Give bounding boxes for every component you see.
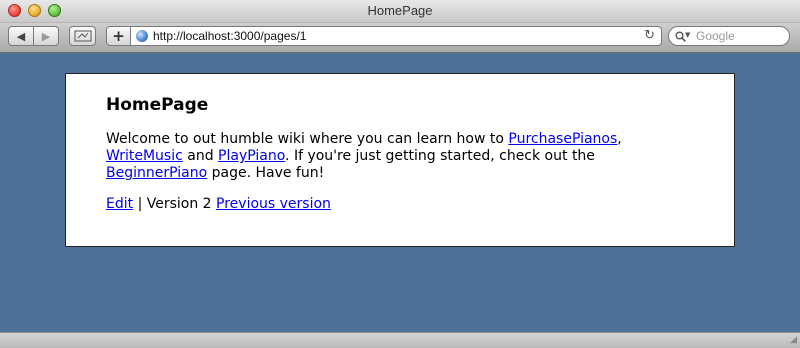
back-arrow-icon: ◀ <box>16 29 26 43</box>
plus-icon: + <box>112 27 125 45</box>
back-button[interactable]: ◀ <box>8 26 34 46</box>
search-placeholder: Google <box>696 29 735 43</box>
resize-grip-icon[interactable]: ◢ <box>790 335 797 345</box>
edit-link[interactable]: Edit <box>106 196 133 212</box>
forward-button[interactable]: ▶ <box>33 26 59 46</box>
forward-arrow-icon: ▶ <box>41 29 51 43</box>
wiki-page-card: HomePage Welcome to out humble wiki wher… <box>65 73 735 247</box>
reload-icon[interactable]: ↻ <box>644 28 655 43</box>
globe-icon <box>136 30 148 42</box>
link-beginner-piano[interactable]: BeginnerPiano <box>106 165 207 181</box>
search-field[interactable]: ▼ Google <box>668 26 790 46</box>
link-purchase-pianos[interactable]: PurchasePianos <box>508 131 617 147</box>
link-play-piano[interactable]: PlayPiano <box>218 148 285 164</box>
link-write-music[interactable]: WriteMusic <box>106 148 183 164</box>
address-bar[interactable]: http://localhost:3000/pages/1 ↻ <box>130 26 662 46</box>
previous-version-link[interactable]: Previous version <box>216 196 331 212</box>
window-title: HomePage <box>367 3 433 18</box>
page-title: HomePage <box>106 95 209 115</box>
version-text: | Version 2 <box>133 196 217 212</box>
snapback-button[interactable] <box>69 26 96 46</box>
comma-text: , <box>617 131 622 147</box>
page-body: Welcome to out humble wiki where you can… <box>106 131 666 182</box>
snapback-icon <box>74 30 91 42</box>
browser-toolbar: ◀ ▶ + http://localhost:3000/pages/1 ↻ ▼ … <box>0 23 800 53</box>
title-bar: HomePage <box>0 0 800 23</box>
mid-text: . If you're just getting started, check … <box>285 148 595 164</box>
intro-text: Welcome to out humble wiki where you can… <box>106 131 509 147</box>
and-text: and <box>182 148 219 164</box>
end-text: page. Have fun! <box>207 165 325 181</box>
search-menu-caret-icon[interactable]: ▼ <box>685 31 690 39</box>
add-bookmark-button[interactable]: + <box>106 26 131 46</box>
url-text[interactable]: http://localhost:3000/pages/1 <box>153 29 306 43</box>
page-actions: Edit | Version 2 Previous version <box>106 196 331 213</box>
status-bar: ◢ <box>0 332 800 348</box>
